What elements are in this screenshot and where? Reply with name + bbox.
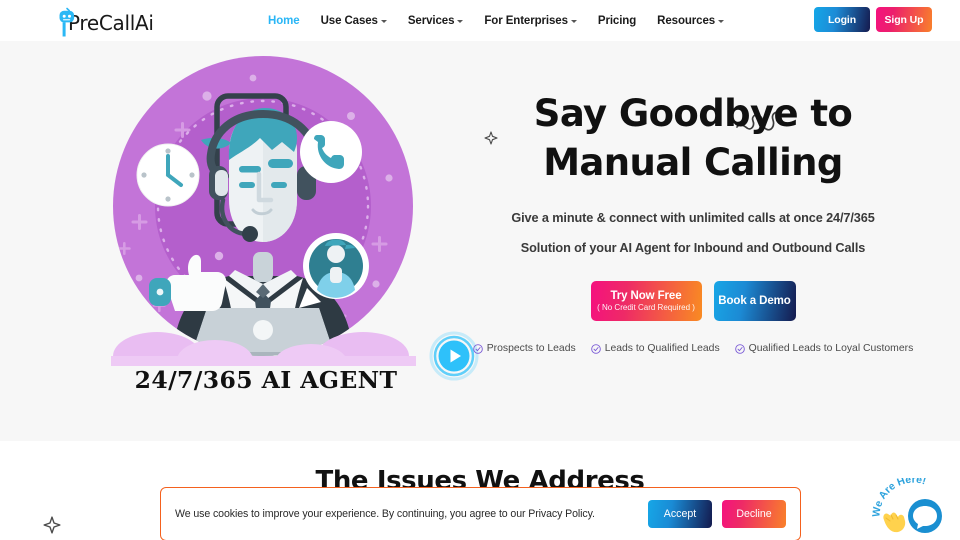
feature-label: Leads to Qualified Leads bbox=[604, 343, 720, 355]
check-circle-icon bbox=[590, 344, 601, 354]
logo[interactable]: PreCallAi bbox=[57, 4, 154, 37]
cookie-consent-banner: We use cookies to improve your experienc… bbox=[160, 487, 801, 540]
illustration-caption: 24/7/365 AI AGENT bbox=[134, 366, 398, 394]
page-root: PreCallAi Home Use Cases Services For En… bbox=[0, 0, 960, 540]
chevron-down-icon bbox=[380, 19, 387, 23]
cookie-message: We use cookies to improve your experienc… bbox=[175, 508, 595, 520]
nav-label-for-enterprises: For Enterprises bbox=[484, 14, 568, 27]
nav-item-pricing[interactable]: Pricing bbox=[598, 15, 636, 27]
nav-item-for-enterprises[interactable]: For Enterprises bbox=[484, 15, 577, 27]
hero-title-line-1: Say Goodbye to bbox=[533, 92, 853, 135]
nav-item-home[interactable]: Home bbox=[268, 15, 300, 27]
nav-label-services: Services bbox=[407, 14, 455, 27]
try-now-free-note: ( No Credit Card Required ) bbox=[597, 303, 695, 313]
cookie-decline-button[interactable]: Decline bbox=[722, 500, 786, 528]
main-nav: Home Use Cases Services For Enterprises … bbox=[268, 0, 725, 41]
hero-subtitle-1: Give a minute & connect with unlimited c… bbox=[511, 211, 875, 226]
hero-feature-list: Prospects to Leads Leads to Qualified Le… bbox=[472, 343, 913, 355]
nav-label-home: Home bbox=[268, 14, 300, 27]
book-a-demo-button[interactable]: Book a Demo bbox=[713, 281, 796, 322]
site-header: PreCallAi Home Use Cases Services For En… bbox=[0, 0, 960, 41]
try-now-free-label: Try Now Free bbox=[610, 290, 682, 303]
feature-item: Prospects to Leads bbox=[472, 343, 576, 355]
hero-title-line-2: Manual Calling bbox=[543, 141, 843, 185]
hero-subtitle-2: Solution of your AI Agent for Inbound an… bbox=[520, 241, 866, 256]
feature-item: Leads to Qualified Leads bbox=[590, 343, 720, 355]
login-button[interactable]: Login bbox=[814, 7, 870, 32]
hero-section: 24/7/365 AI AGENT Say Goodbye to Manual … bbox=[0, 41, 960, 441]
chevron-down-icon bbox=[570, 19, 577, 23]
play-video-button[interactable] bbox=[429, 331, 479, 381]
nav-item-resources[interactable]: Resources bbox=[657, 14, 725, 27]
chat-widget-button[interactable]: We Are Here! bbox=[870, 474, 948, 536]
robot-head-icon bbox=[57, 7, 78, 37]
feature-item: Qualified Leads to Loyal Customers bbox=[734, 343, 914, 355]
chevron-down-icon bbox=[718, 19, 725, 23]
hero-content: Say Goodbye to Manual Calling Give a min… bbox=[472, 89, 913, 355]
nav-label-pricing: Pricing bbox=[597, 14, 637, 27]
try-now-free-button[interactable]: Try Now Free ( No Credit Card Required ) bbox=[590, 281, 702, 322]
logo-text: PreCallAi bbox=[68, 11, 154, 35]
page-title: Say Goodbye to Manual Calling bbox=[483, 89, 903, 187]
nav-item-use-cases[interactable]: Use Cases bbox=[321, 15, 387, 27]
hero-cta-row: Try Now Free ( No Credit Card Required )… bbox=[483, 281, 903, 322]
check-circle-icon bbox=[734, 344, 745, 354]
nav-item-services[interactable]: Services bbox=[408, 15, 464, 27]
feature-label: Qualified Leads to Loyal Customers bbox=[748, 343, 914, 355]
nav-label-use-cases: Use Cases bbox=[320, 14, 378, 27]
sparkle-star-icon bbox=[43, 516, 61, 539]
hero-illustration bbox=[111, 56, 416, 366]
check-circle-icon bbox=[472, 344, 483, 354]
chevron-down-icon bbox=[457, 19, 464, 23]
nav-label-resources: Resources bbox=[657, 14, 716, 27]
auth-actions: Login Sign Up bbox=[814, 7, 932, 32]
squiggle-decoration-icon bbox=[447, 439, 519, 441]
cookie-accept-button[interactable]: Accept bbox=[648, 500, 712, 528]
signup-button[interactable]: Sign Up bbox=[876, 7, 932, 32]
feature-label: Prospects to Leads bbox=[486, 343, 576, 355]
